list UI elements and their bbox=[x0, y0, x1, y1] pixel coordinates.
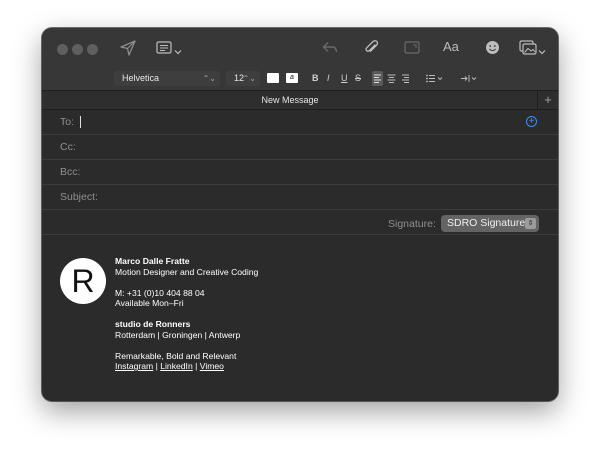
signature-value: SDRO Signature bbox=[447, 217, 526, 229]
close-button[interactable] bbox=[57, 44, 68, 55]
signature-phone: M: +31 (0)10 404 88 04 bbox=[115, 287, 205, 298]
attachment-icon[interactable] bbox=[364, 39, 379, 61]
format-icon[interactable]: Aa bbox=[443, 39, 459, 54]
message-body[interactable]: R Marco Dalle Fratte Motion Designer and… bbox=[42, 238, 558, 401]
vimeo-link[interactable]: Vimeo bbox=[200, 361, 224, 371]
signature-select[interactable]: SDRO Signature ⇕ bbox=[441, 215, 539, 232]
chevron-down-icon[interactable] bbox=[538, 43, 546, 61]
align-right-button[interactable] bbox=[400, 71, 411, 91]
linkedin-link[interactable]: LinkedIn bbox=[160, 361, 193, 371]
link-separator: | bbox=[192, 361, 200, 371]
font-family-value: Helvetica bbox=[122, 73, 160, 83]
signature-locations: Rotterdam | Groningen | Antwerp bbox=[115, 329, 241, 340]
add-contact-icon[interactable]: + bbox=[526, 116, 537, 127]
photo-icon[interactable] bbox=[519, 40, 537, 60]
format-bar: Helvetica ⌃⌄ 12 ⌃⌄ a B I U S bbox=[42, 68, 558, 90]
signature-role: Motion Designer and Creative Coding bbox=[115, 266, 259, 277]
align-left-button[interactable] bbox=[372, 71, 383, 86]
bcc-label: Bcc: bbox=[60, 166, 81, 178]
text-cursor bbox=[80, 116, 81, 128]
title-bar: Aa bbox=[42, 28, 558, 68]
subject-field[interactable]: Subject: bbox=[42, 185, 558, 210]
underline-button[interactable]: U bbox=[341, 72, 348, 85]
font-size-select[interactable]: 12 ⌃⌄ bbox=[226, 71, 260, 86]
instagram-link[interactable]: Instagram bbox=[115, 361, 153, 371]
reply-icon[interactable] bbox=[322, 41, 338, 59]
minimize-button[interactable] bbox=[72, 44, 83, 55]
signature-availability: Available Mon–Fri bbox=[115, 298, 184, 308]
align-center-button[interactable] bbox=[386, 71, 397, 91]
emoji-icon[interactable] bbox=[485, 40, 500, 60]
chevron-down-icon[interactable] bbox=[174, 43, 182, 61]
subject-label: Subject: bbox=[60, 191, 98, 203]
signature-name: Marco Dalle Fratte bbox=[115, 256, 190, 266]
tab-bar: New Message + bbox=[42, 90, 558, 110]
signature-company: studio de Ronners bbox=[115, 319, 191, 329]
text-color-swatch[interactable] bbox=[267, 73, 279, 83]
stepper-icon: ⇕ bbox=[525, 218, 536, 229]
send-icon[interactable] bbox=[120, 40, 136, 61]
stepper-icon: ⌃⌄ bbox=[242, 74, 256, 83]
highlight-color-icon[interactable]: a bbox=[286, 73, 298, 83]
cc-label: Cc: bbox=[60, 141, 76, 153]
bold-button[interactable]: B bbox=[312, 72, 319, 85]
header-fields-icon[interactable] bbox=[156, 41, 172, 59]
strikethrough-button[interactable]: S bbox=[355, 72, 361, 85]
tab-new-message[interactable]: New Message bbox=[42, 91, 538, 109]
photo-browser-icon[interactable] bbox=[404, 41, 420, 59]
to-label: To: bbox=[60, 116, 75, 128]
email-signature: Marco Dalle Fratte Motion Designer and C… bbox=[115, 256, 258, 372]
zoom-button[interactable] bbox=[87, 44, 98, 55]
signature-label: Signature: bbox=[388, 218, 436, 230]
signature-links: Instagram | LinkedIn | Vimeo bbox=[115, 361, 258, 372]
compose-window: Aa Helvetica ⌃⌄ 12 ⌃⌄ a B I U S New Mess… bbox=[42, 28, 558, 401]
cc-field[interactable]: Cc: bbox=[42, 135, 558, 160]
new-tab-button[interactable]: + bbox=[537, 91, 558, 109]
stepper-icon: ⌃⌄ bbox=[202, 74, 216, 83]
bcc-field[interactable]: Bcc: bbox=[42, 160, 558, 185]
to-field[interactable]: To: + bbox=[42, 110, 558, 135]
indent-icon[interactable] bbox=[460, 71, 480, 91]
font-family-select[interactable]: Helvetica ⌃⌄ bbox=[114, 71, 220, 86]
studio-logo: R bbox=[60, 258, 106, 304]
italic-button[interactable]: I bbox=[327, 72, 330, 85]
list-icon[interactable] bbox=[425, 71, 445, 91]
signature-tagline: Remarkable, Bold and Relevant bbox=[115, 350, 237, 361]
